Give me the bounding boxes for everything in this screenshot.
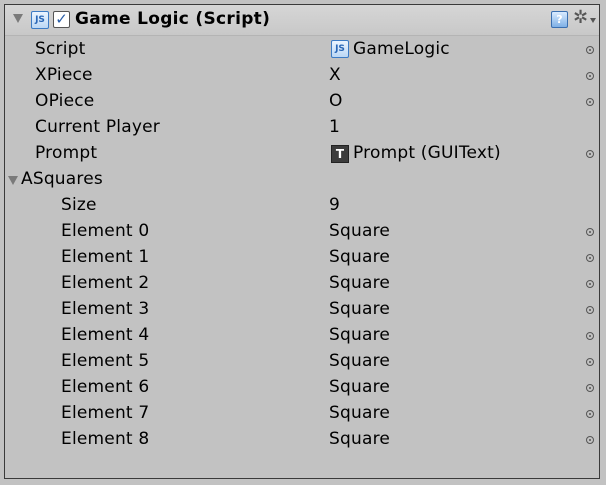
js-script-icon: JS: [31, 11, 49, 29]
inspector-panel: JS ✓ Game Logic (Script) ? ✲ Script JS G…: [4, 4, 600, 479]
element-label: Element 0: [61, 221, 150, 241]
element-label: Element 4: [61, 325, 150, 345]
opiece-field-value[interactable]: O: [329, 91, 343, 111]
gear-icon[interactable]: ✲: [573, 7, 588, 28]
element-label: Element 6: [61, 377, 150, 397]
component-title: Game Logic (Script): [75, 9, 271, 29]
field-row-script: Script JS GameLogic: [5, 37, 599, 63]
object-picker-icon[interactable]: [586, 384, 594, 392]
element-value-field[interactable]: Square: [329, 299, 390, 319]
array-foldout-asquares[interactable]: ASquares: [5, 167, 599, 193]
object-picker-icon[interactable]: [586, 306, 594, 314]
element-value-field[interactable]: Square: [329, 429, 390, 449]
object-picker-icon[interactable]: [586, 358, 594, 366]
field-label: XPiece: [35, 65, 93, 85]
object-picker-icon[interactable]: [586, 280, 594, 288]
field-row-xpiece: XPiece X: [5, 63, 599, 89]
array-element-row: Element 7 Square: [5, 401, 599, 427]
field-label: Size: [61, 195, 97, 215]
help-icon[interactable]: ?: [551, 11, 568, 28]
xpiece-field-value[interactable]: X: [329, 65, 341, 85]
element-value-field[interactable]: Square: [329, 325, 390, 345]
object-picker-icon[interactable]: [586, 150, 594, 158]
element-label: Element 5: [61, 351, 150, 371]
array-size-field[interactable]: 9: [329, 195, 340, 215]
field-row-current-player: Current Player 1: [5, 115, 599, 141]
array-element-row: Element 1 Square: [5, 245, 599, 271]
element-label: Element 7: [61, 403, 150, 423]
array-element-row: Element 3 Square: [5, 297, 599, 323]
element-value-field[interactable]: Square: [329, 247, 390, 267]
element-value-field[interactable]: Square: [329, 351, 390, 371]
element-value-field[interactable]: Square: [329, 377, 390, 397]
array-label: ASquares: [21, 169, 103, 189]
array-element-row: Element 6 Square: [5, 375, 599, 401]
object-picker-icon[interactable]: [586, 72, 594, 80]
array-element-row: Element 4 Square: [5, 323, 599, 349]
element-value-field[interactable]: Square: [329, 403, 390, 423]
foldout-arrow-icon[interactable]: [8, 176, 18, 185]
object-picker-icon[interactable]: [586, 98, 594, 106]
foldout-arrow-icon[interactable]: [13, 14, 23, 23]
array-element-row: Element 0 Square: [5, 219, 599, 245]
field-label: Prompt: [35, 143, 98, 163]
js-script-icon: JS: [331, 40, 349, 58]
array-element-row: Element 8 Square: [5, 427, 599, 453]
prompt-field-value[interactable]: Prompt (GUIText): [353, 143, 501, 163]
object-picker-icon[interactable]: [586, 332, 594, 340]
field-row-opiece: OPiece O: [5, 89, 599, 115]
script-field-value[interactable]: GameLogic: [353, 39, 450, 59]
field-label: OPiece: [35, 91, 95, 111]
guitext-icon: T: [331, 145, 349, 163]
element-label: Element 1: [61, 247, 150, 267]
array-element-row: Element 2 Square: [5, 271, 599, 297]
element-label: Element 2: [61, 273, 150, 293]
object-picker-icon[interactable]: [586, 228, 594, 236]
object-picker-icon[interactable]: [586, 46, 594, 54]
object-picker-icon[interactable]: [586, 254, 594, 262]
array-element-row: Element 5 Square: [5, 349, 599, 375]
element-label: Element 8: [61, 429, 150, 449]
component-header: JS ✓ Game Logic (Script) ? ✲: [5, 5, 599, 36]
component-enabled-checkbox[interactable]: ✓: [53, 11, 70, 28]
element-label: Element 3: [61, 299, 150, 319]
field-label: Script: [35, 39, 86, 59]
object-picker-icon[interactable]: [586, 410, 594, 418]
element-value-field[interactable]: Square: [329, 221, 390, 241]
gear-dropdown-arrow-icon[interactable]: [590, 18, 596, 23]
element-value-field[interactable]: Square: [329, 273, 390, 293]
field-label: Current Player: [35, 117, 160, 137]
array-size-row: Size 9: [5, 193, 599, 219]
object-picker-icon[interactable]: [586, 436, 594, 444]
current-player-field[interactable]: 1: [329, 117, 340, 137]
field-row-prompt: Prompt T Prompt (GUIText): [5, 141, 599, 167]
